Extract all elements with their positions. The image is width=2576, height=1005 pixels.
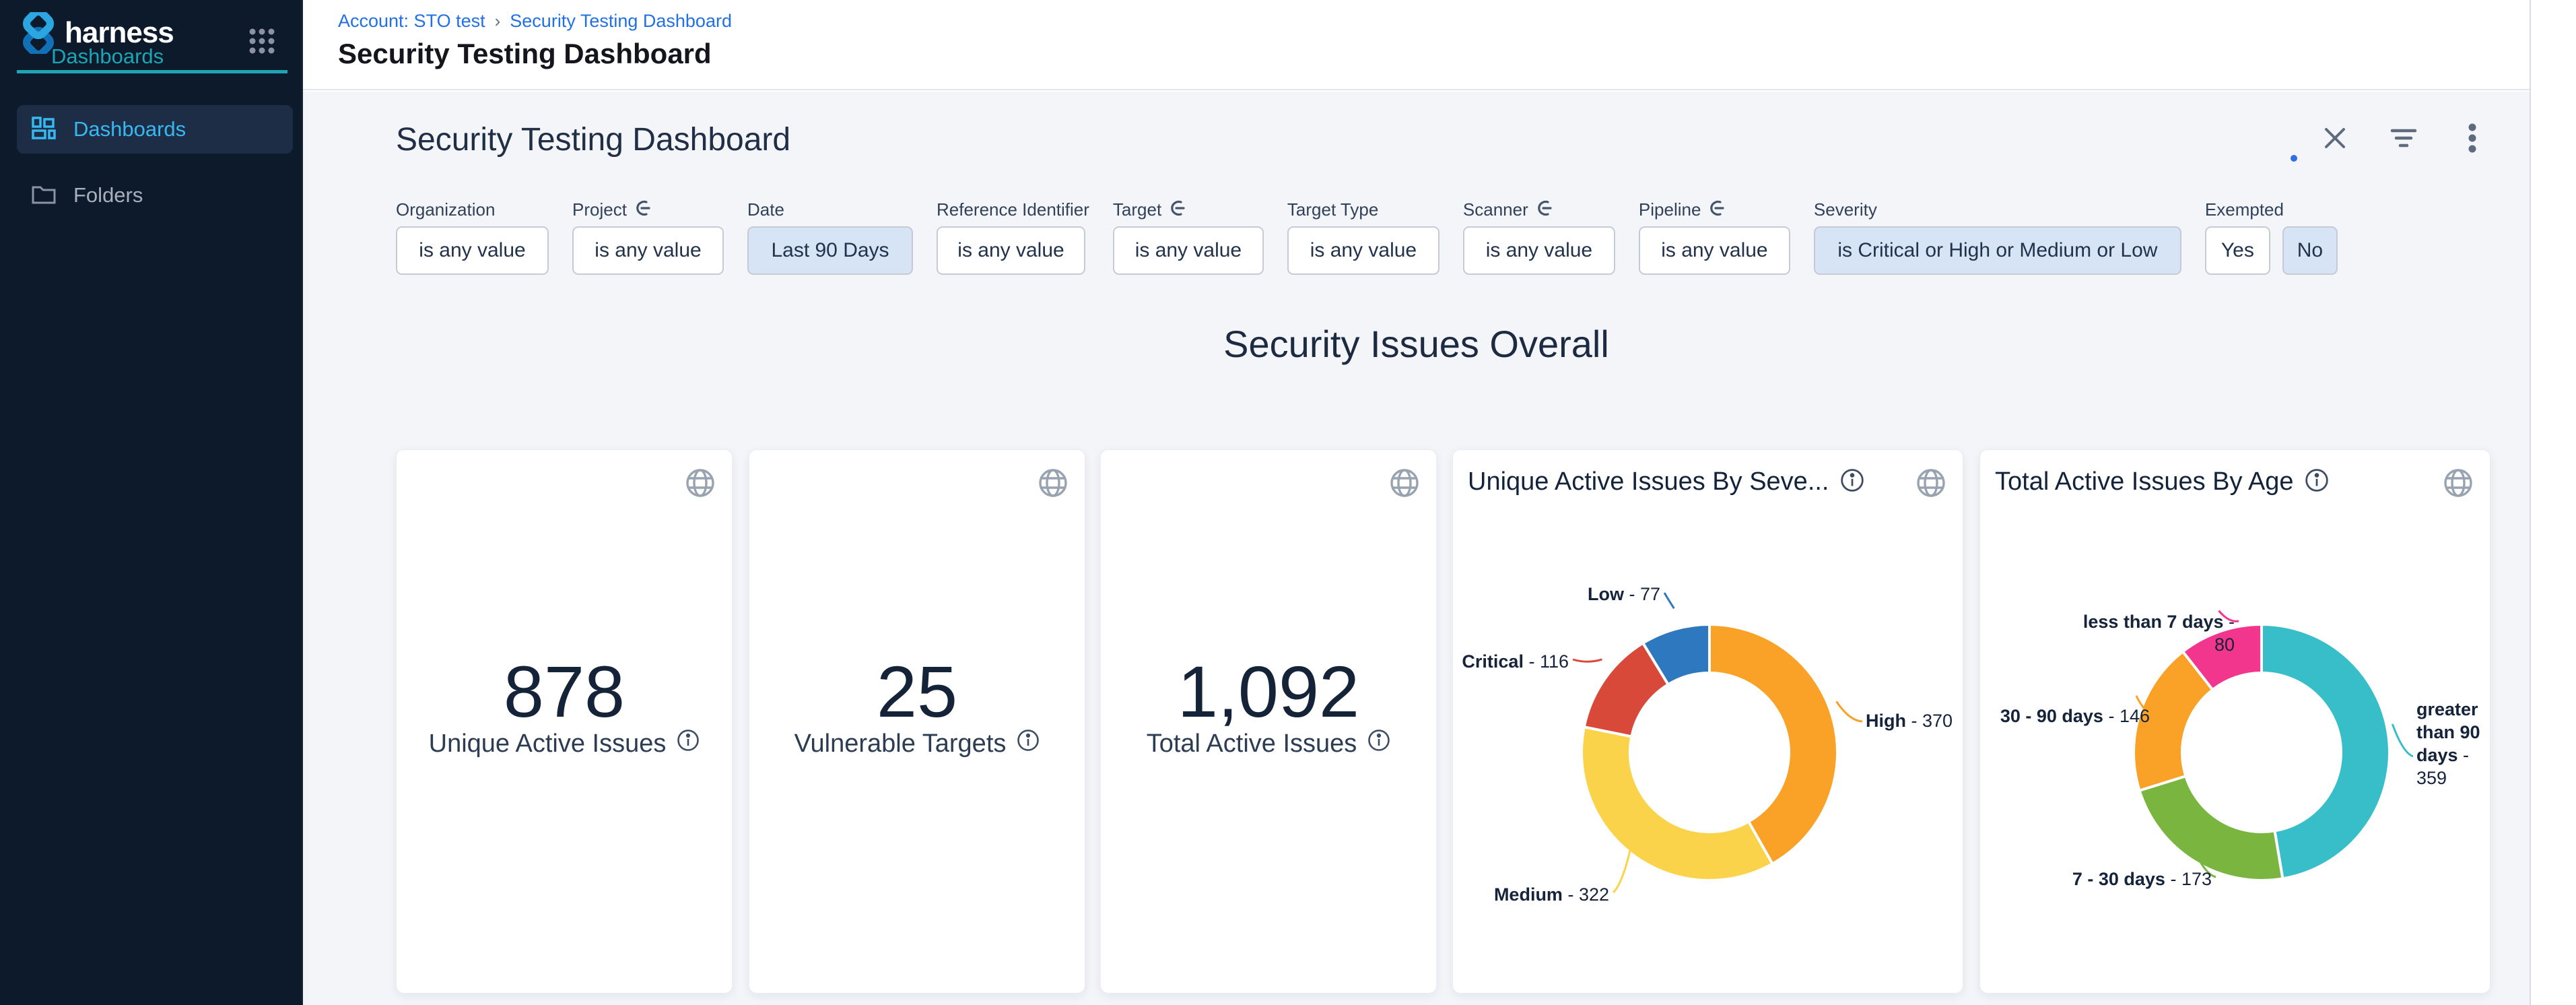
donut-label-medium: Medium - 322	[1484, 883, 1609, 906]
globe-icon	[685, 467, 716, 498]
dashboard-toolbar	[2319, 123, 2488, 154]
filter-exempted-yes[interactable]: Yes	[2205, 226, 2270, 275]
donut-label-critical: Critical - 116	[1457, 650, 1569, 673]
close-icon[interactable]	[2319, 123, 2350, 154]
donut-label-greater-than-90-days: greater than 90 days - 359	[2416, 698, 2497, 789]
folder-icon	[32, 183, 56, 208]
filter-label: Target Type	[1287, 199, 1378, 220]
filter-icon[interactable]	[2388, 123, 2419, 154]
link-icon	[635, 200, 654, 220]
filter-label: Target	[1113, 199, 1161, 220]
filter-target: Target is any value	[1113, 198, 1264, 275]
stat-value: 1,092	[1101, 649, 1436, 734]
chart-card-issues-by-severity: Unique Active Issues By Seve... High - 3…	[1452, 449, 1963, 994]
module-accent-rule	[17, 70, 287, 73]
donut-chart-age: greater than 90 days - 3597 - 30 days - …	[1980, 450, 2491, 994]
filter-exempted-no[interactable]: No	[2282, 226, 2338, 275]
breadcrumb: Account: STO test › Security Testing Das…	[338, 11, 732, 32]
dashboard-content: Security Testing Dashboard Organization …	[303, 92, 2530, 1005]
filter-label: Pipeline	[1639, 199, 1701, 220]
filter-label: Date	[747, 199, 784, 220]
filter-label: Scanner	[1463, 199, 1528, 220]
stat-card-total-active-issues: 1,092 Total Active Issues	[1100, 449, 1437, 994]
filter-label: Exempted	[2205, 199, 2284, 220]
filter-scanner: Scanner is any value	[1463, 198, 1615, 275]
stat-card-vulnerable-targets: 25 Vulnerable Targets	[749, 449, 1085, 994]
stat-label: Total Active Issues	[1101, 729, 1436, 758]
filter-exempted: Exempted Yes No	[2205, 198, 2338, 275]
sidebar-item-folders[interactable]: Folders	[17, 171, 293, 220]
filter-label: Severity	[1814, 199, 1877, 220]
filter-severity: Severity is Critical or High or Medium o…	[1814, 198, 2181, 275]
breadcrumb-separator: ›	[495, 11, 501, 32]
filter-target-type: Target Type is any value	[1287, 198, 1439, 275]
filter-pipeline-value[interactable]: is any value	[1639, 226, 1790, 275]
filter-reference-identifier: Reference Identifier is any value	[937, 198, 1089, 275]
info-icon[interactable]	[677, 729, 700, 758]
section-title: Security Issues Overall	[303, 322, 2530, 366]
link-icon	[1536, 200, 1555, 220]
filter-bar: Organization is any value Project is any…	[396, 198, 2361, 275]
breadcrumb-current-link[interactable]: Security Testing Dashboard	[510, 11, 732, 32]
filter-target-type-value[interactable]: is any value	[1287, 226, 1439, 275]
sidebar: harness Dashboards Dashboards Folders	[0, 0, 303, 1005]
sidebar-item-dashboards[interactable]: Dashboards	[17, 105, 293, 154]
stat-label: Unique Active Issues	[397, 729, 732, 758]
stat-label: Vulnerable Targets	[749, 729, 1085, 758]
donut-label-30-90-days: 30 - 90 days - 146	[1988, 705, 2150, 727]
donut-slice-high[interactable]	[1709, 624, 1837, 864]
info-icon[interactable]	[1017, 729, 1040, 758]
donut-slice-medium[interactable]	[1582, 727, 1773, 880]
info-icon[interactable]	[1367, 729, 1390, 758]
filter-project: Project is any value	[572, 198, 724, 275]
donut-label-low: Low - 77	[1547, 583, 1660, 606]
donut-leader-line	[2392, 724, 2413, 756]
filter-organization-value[interactable]: is any value	[396, 226, 549, 275]
page-title: Security Testing Dashboard	[338, 38, 712, 70]
globe-icon	[1389, 467, 1420, 498]
filter-organization: Organization is any value	[396, 198, 549, 275]
donut-slice-greater-than-90-days[interactable]	[2262, 624, 2389, 878]
dashboards-icon	[32, 117, 56, 143]
breadcrumb-account-link[interactable]: Account: STO test	[338, 11, 485, 32]
donut-chart-severity: High - 370Medium - 322Critical - 116Low …	[1453, 450, 1964, 994]
donut-leader-line	[1664, 593, 1674, 608]
filter-pipeline: Pipeline is any value	[1639, 198, 1790, 275]
globe-icon	[1038, 467, 1069, 498]
stat-card-unique-active-issues: 878 Unique Active Issues	[396, 449, 733, 994]
module-label: Dashboards	[51, 44, 164, 69]
filter-label: Organization	[396, 199, 495, 220]
donut-leader-line	[1837, 701, 1862, 721]
cursor-dot	[2291, 155, 2297, 162]
filter-reference-identifier-value[interactable]: is any value	[937, 226, 1085, 275]
chart-card-issues-by-age: Total Active Issues By Age greater than …	[1979, 449, 2490, 994]
link-icon	[1709, 200, 1728, 220]
filter-date: Date Last 90 Days	[747, 198, 913, 275]
link-icon	[1170, 200, 1188, 220]
filter-date-value[interactable]: Last 90 Days	[747, 226, 913, 275]
apps-grid-icon[interactable]	[248, 27, 276, 55]
right-gutter	[2530, 0, 2576, 1005]
stat-value: 25	[749, 649, 1085, 734]
filter-label: Reference Identifier	[937, 199, 1089, 220]
filter-project-value[interactable]: is any value	[572, 226, 724, 275]
filter-label: Project	[572, 199, 627, 220]
donut-slice-7-30-days[interactable]	[2140, 776, 2283, 880]
stat-value: 878	[397, 649, 732, 734]
donut-label-7-30-days: 7 - 30 days - 173	[2066, 868, 2212, 890]
donut-label-less-than-7-days: less than 7 days - 80	[2062, 610, 2235, 656]
sidebar-item-label: Dashboards	[73, 117, 186, 141]
filter-target-value[interactable]: is any value	[1113, 226, 1264, 275]
top-header: Account: STO test › Security Testing Das…	[303, 0, 2530, 90]
filter-severity-value[interactable]: is Critical or High or Medium or Low	[1814, 226, 2181, 275]
donut-leader-line	[1573, 659, 1602, 661]
more-vertical-icon[interactable]	[2457, 123, 2488, 154]
sidebar-item-label: Folders	[73, 183, 143, 207]
dashboard-title: Security Testing Dashboard	[396, 121, 790, 158]
filter-scanner-value[interactable]: is any value	[1463, 226, 1615, 275]
